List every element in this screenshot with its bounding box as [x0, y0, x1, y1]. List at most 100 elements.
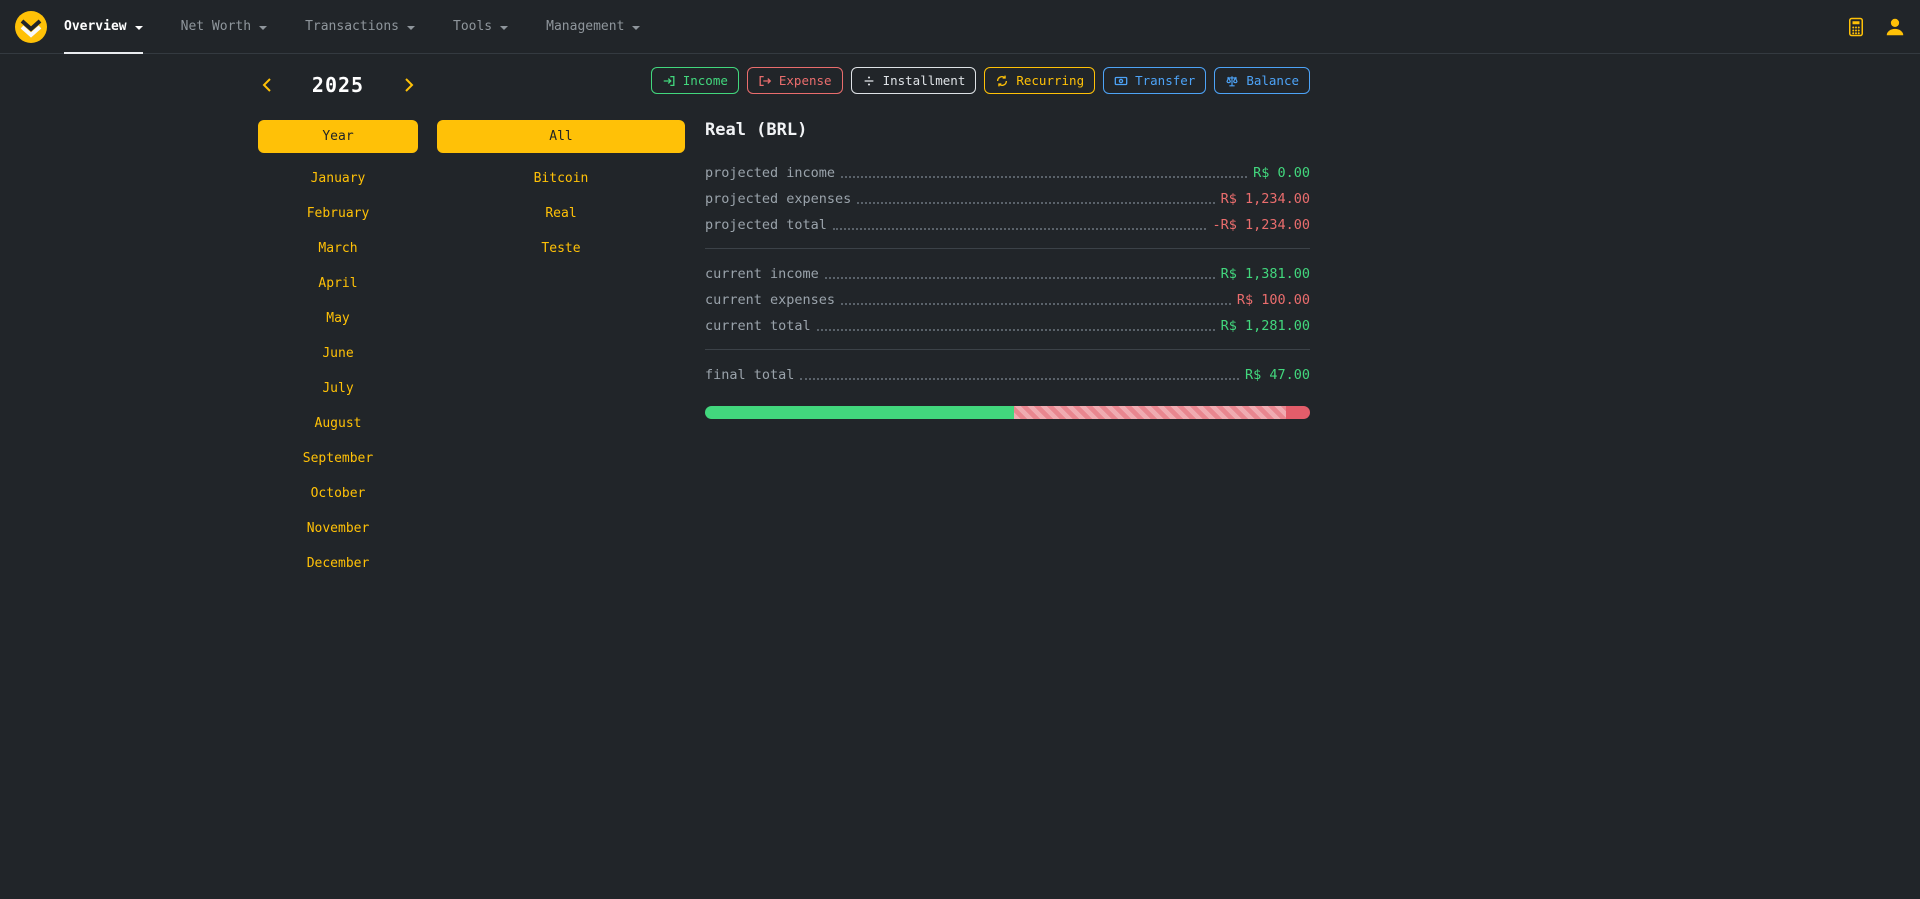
- calculator-button[interactable]: [1846, 17, 1866, 37]
- month-list: January February March April May June Ju…: [258, 167, 418, 574]
- month-july[interactable]: July: [322, 381, 353, 396]
- arrow-repeat-icon: [995, 74, 1009, 88]
- balance-button[interactable]: Balance: [1214, 67, 1310, 94]
- dotted-leader: [833, 228, 1207, 230]
- nav-management[interactable]: Management: [546, 0, 640, 54]
- month-october[interactable]: October: [311, 486, 366, 501]
- month-august[interactable]: August: [315, 416, 362, 431]
- account-real[interactable]: Real: [545, 206, 576, 221]
- installment-button[interactable]: Installment: [851, 67, 977, 94]
- account-list: Bitcoin Real Teste: [437, 167, 685, 259]
- nav-transactions-label: Transactions: [305, 19, 399, 34]
- chevron-right-icon: [400, 77, 416, 93]
- nav-overview[interactable]: Overview: [64, 0, 143, 54]
- row-value: R$ 1,381.00: [1221, 266, 1310, 282]
- dotted-leader: [825, 277, 1215, 279]
- month-february[interactable]: February: [307, 206, 370, 221]
- app-logo[interactable]: [14, 10, 48, 44]
- accounts-column: All Bitcoin Real Teste: [437, 120, 685, 272]
- progress-segment-expense-striped: [1014, 406, 1286, 419]
- month-march[interactable]: March: [318, 241, 357, 256]
- month-june[interactable]: June: [322, 346, 353, 361]
- row-label: projected expenses: [705, 191, 851, 207]
- month-november[interactable]: November: [307, 521, 370, 536]
- chevron-down-icon: [135, 26, 143, 30]
- chevron-left-icon: [260, 77, 276, 93]
- year-button[interactable]: Year: [258, 120, 418, 153]
- box-arrow-in-right-icon: [662, 74, 676, 88]
- summary-row-current-expenses: current expenses R$ 100.00: [705, 287, 1310, 313]
- budget-progress-bar: [705, 406, 1310, 419]
- next-year-button[interactable]: [398, 75, 418, 95]
- summary-row-projected-income: projected income R$ 0.00: [705, 160, 1310, 186]
- row-label: projected total: [705, 217, 827, 233]
- month-january[interactable]: January: [311, 171, 366, 186]
- divide-icon: [862, 74, 876, 88]
- summary-row-final-total: final total R$ 47.00: [705, 362, 1310, 388]
- row-value: R$ 1,281.00: [1221, 318, 1310, 334]
- month-december[interactable]: December: [307, 556, 370, 571]
- nav-tools-label: Tools: [453, 19, 492, 34]
- dotted-leader: [857, 202, 1214, 204]
- dotted-leader: [841, 303, 1231, 305]
- row-label: current income: [705, 266, 819, 282]
- main-content: 2025 Year January February March April M…: [0, 54, 1920, 899]
- row-value: R$ 100.00: [1237, 292, 1310, 308]
- transfer-button[interactable]: Transfer: [1103, 67, 1206, 94]
- month-may[interactable]: May: [326, 311, 349, 326]
- recurring-button-label: Recurring: [1016, 73, 1084, 88]
- row-label: final total: [705, 367, 794, 383]
- nav-overview-label: Overview: [64, 19, 127, 34]
- expense-button-label: Expense: [779, 73, 832, 88]
- balance-button-label: Balance: [1246, 73, 1299, 88]
- nav-transactions[interactable]: Transactions: [305, 0, 415, 54]
- dotted-leader: [841, 176, 1247, 178]
- chevron-down-icon: [407, 26, 415, 30]
- transfer-button-label: Transfer: [1135, 73, 1195, 88]
- nav-net-worth[interactable]: Net Worth: [181, 0, 267, 54]
- chevron-down-icon: [632, 26, 640, 30]
- transaction-action-buttons: Income Expense Installme: [705, 67, 1310, 94]
- chevron-down-icon: [500, 26, 508, 30]
- brand-logo-icon: [14, 10, 48, 44]
- dotted-leader: [800, 378, 1239, 380]
- row-value: R$ 1,234.00: [1221, 191, 1310, 207]
- account-bitcoin[interactable]: Bitcoin: [534, 171, 589, 186]
- box-arrow-right-icon: [758, 74, 772, 88]
- year-label: 2025: [312, 73, 364, 97]
- nav-tools[interactable]: Tools: [453, 0, 508, 54]
- prev-year-button[interactable]: [258, 75, 278, 95]
- recurring-button[interactable]: Recurring: [984, 67, 1095, 94]
- row-label: projected income: [705, 165, 835, 181]
- summary-column: Income Expense Installme: [705, 67, 1310, 419]
- nav-management-label: Management: [546, 19, 624, 34]
- cash-transfer-icon: [1114, 74, 1128, 88]
- summary-title: Real (BRL): [705, 120, 1310, 140]
- main-nav: Overview Net Worth Transactions Tools Ma…: [64, 0, 678, 54]
- calculator-icon: [1846, 17, 1866, 37]
- month-september[interactable]: September: [303, 451, 373, 466]
- row-value: R$ 47.00: [1245, 367, 1310, 383]
- progress-segment-income: [705, 406, 1014, 419]
- summary-row-projected-expenses: projected expenses R$ 1,234.00: [705, 186, 1310, 212]
- row-value: -R$ 1,234.00: [1212, 217, 1310, 233]
- month-april[interactable]: April: [318, 276, 357, 291]
- row-label: current total: [705, 318, 811, 334]
- income-button[interactable]: Income: [651, 67, 739, 94]
- year-navigation: 2025: [258, 68, 418, 102]
- installment-button-label: Installment: [883, 73, 966, 88]
- dotted-leader: [817, 329, 1215, 331]
- divider: [705, 248, 1310, 249]
- summary-row-current-total: current total R$ 1,281.00: [705, 313, 1310, 339]
- navbar-right: [1846, 16, 1906, 38]
- person-icon: [1884, 16, 1906, 38]
- profile-button[interactable]: [1884, 16, 1906, 38]
- account-teste[interactable]: Teste: [541, 241, 580, 256]
- progress-segment-expense-solid: [1286, 406, 1310, 419]
- income-button-label: Income: [683, 73, 728, 88]
- navbar: Overview Net Worth Transactions Tools Ma…: [0, 0, 1920, 54]
- summary-row-current-income: current income R$ 1,381.00: [705, 261, 1310, 287]
- expense-button[interactable]: Expense: [747, 67, 843, 94]
- row-label: current expenses: [705, 292, 835, 308]
- all-accounts-button[interactable]: All: [437, 120, 685, 153]
